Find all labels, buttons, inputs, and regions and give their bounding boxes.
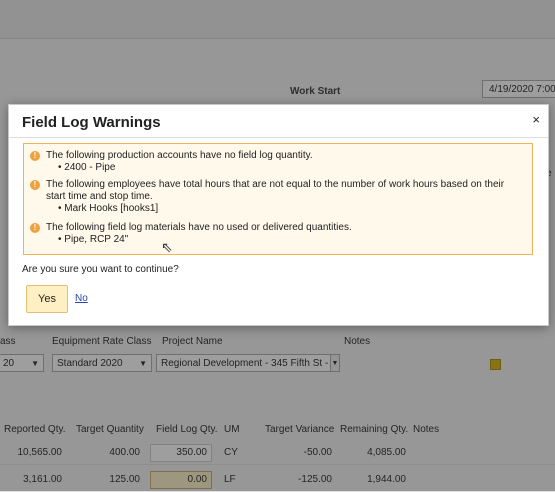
warning-circle-icon: ! <box>30 151 40 161</box>
divider <box>9 137 548 138</box>
warning-subitem: • Mark Hooks [hooks1] <box>58 203 159 214</box>
warning-subitem: • Pipe, RCP 24" <box>58 234 129 245</box>
warning-text: The following production accounts have n… <box>46 150 313 161</box>
confirm-question: Are you sure you want to continue? <box>22 264 179 275</box>
warning-item: ! The following employees have total hou… <box>30 179 526 215</box>
warning-item: ! The following production accounts have… <box>30 150 526 174</box>
warning-item: ! The following field log materials have… <box>30 222 526 246</box>
warning-circle-icon: ! <box>30 223 40 233</box>
warnings-box: ! The following production accounts have… <box>23 143 533 255</box>
mouse-cursor-icon: ⇖ <box>161 239 173 255</box>
no-link[interactable]: No <box>75 293 88 304</box>
warning-text: The following employees have total hours… <box>46 179 505 202</box>
warning-subitem: • 2400 - Pipe <box>58 162 116 173</box>
warning-circle-icon: ! <box>30 180 40 190</box>
yes-button[interactable]: Yes <box>26 285 68 313</box>
dialog-title: Field Log Warnings <box>22 114 161 131</box>
warning-text: The following field log materials have n… <box>46 222 352 233</box>
close-icon[interactable]: × <box>532 112 540 127</box>
field-log-warnings-dialog: Field Log Warnings × ! The following pro… <box>8 104 549 326</box>
